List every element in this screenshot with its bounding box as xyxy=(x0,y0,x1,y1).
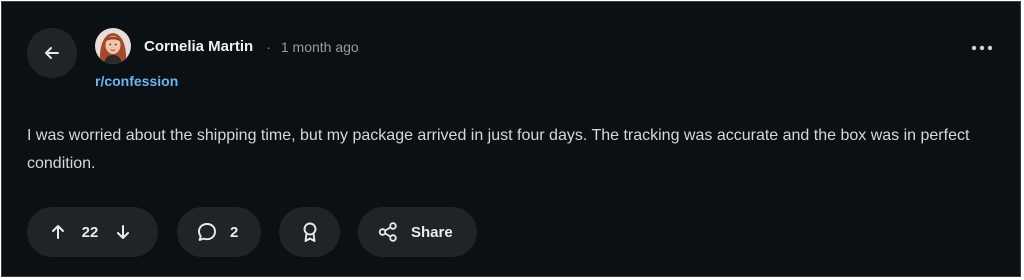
more-horizontal-icon xyxy=(971,45,993,51)
award-ribbon-icon xyxy=(303,222,316,242)
post-header: Cornelia Martin · 1 month ago xyxy=(144,38,359,55)
subreddit-link[interactable]: r/confession xyxy=(95,73,178,89)
share-nodes-icon xyxy=(378,222,397,242)
vote-count: 22 xyxy=(81,223,99,241)
arrow-up-icon xyxy=(52,225,64,239)
author-name[interactable]: Cornelia Martin xyxy=(144,38,253,55)
comment-bubble-icon xyxy=(198,223,216,241)
downvote-button[interactable] xyxy=(113,222,133,242)
more-options-button[interactable] xyxy=(962,36,1002,60)
share-label: Share xyxy=(411,223,453,241)
award-button[interactable] xyxy=(279,207,340,257)
vote-control: 22 xyxy=(27,207,158,257)
comments-button[interactable]: 2 xyxy=(177,207,261,257)
post-timestamp: 1 month ago xyxy=(280,38,359,55)
post-body: I was worried about the shipping time, b… xyxy=(27,127,970,172)
comment-count: 2 xyxy=(230,223,239,241)
back-button[interactable] xyxy=(27,28,77,78)
separator-dot: · xyxy=(266,38,271,55)
arrow-left-icon xyxy=(45,47,59,59)
upvote-button[interactable] xyxy=(48,222,68,242)
avatar[interactable] xyxy=(95,28,131,64)
share-button[interactable]: Share xyxy=(358,207,477,257)
arrow-down-icon xyxy=(117,225,129,239)
post-card: Cornelia Martin · 1 month ago r/confessi… xyxy=(1,1,1021,277)
